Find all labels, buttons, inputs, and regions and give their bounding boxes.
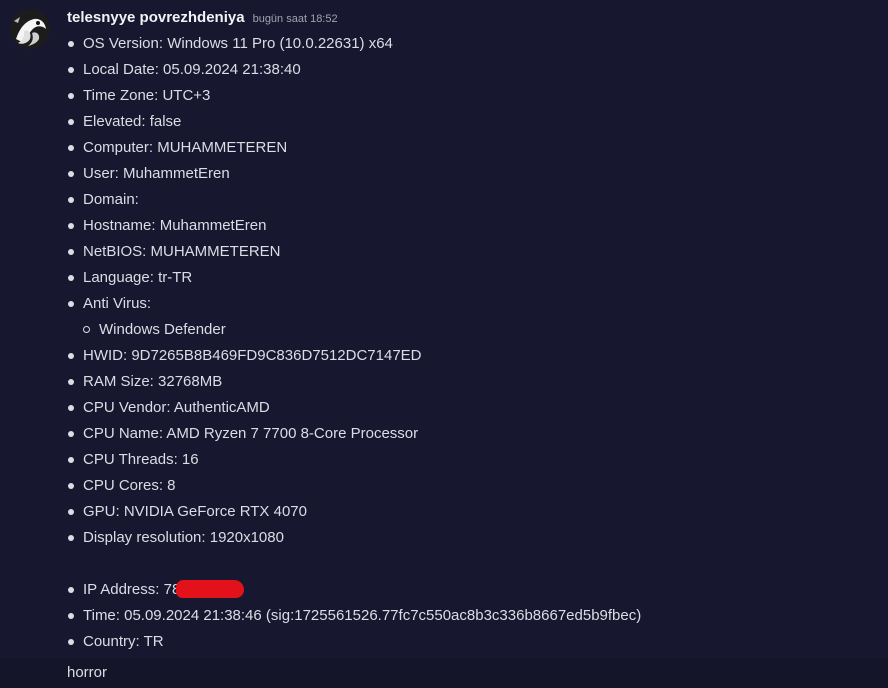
list-item-hwid: HWID: 9D7265B8B469FD9C836D7512DC7147ED	[67, 343, 867, 369]
username[interactable]: telesnyye povrezhdeniya	[67, 9, 245, 26]
list-item-display: Display resolution: 1920x1080	[67, 525, 867, 551]
redaction-mark	[176, 580, 245, 598]
list-item-language: Language: tr-TR	[67, 265, 867, 291]
list-item-domain: Domain:	[67, 187, 867, 213]
avatar-icon	[10, 9, 50, 49]
list-item-cpu-vendor: CPU Vendor: AuthenticAMD	[67, 395, 867, 421]
list-item-country: Country: TR	[67, 629, 867, 655]
ip-address-text: IP Address: 78	[83, 581, 181, 598]
list-item-antivirus: Anti Virus:	[67, 291, 867, 317]
message-content: OS Version: Windows 11 Pro (10.0.22631) …	[67, 31, 867, 655]
avatar[interactable]	[10, 9, 50, 49]
list-item-hostname: Hostname: MuhammetEren	[67, 213, 867, 239]
list-item-elevated: Elevated: false	[67, 109, 867, 135]
list-item-time-zone: Time Zone: UTC+3	[67, 83, 867, 109]
chat-message: telesnyye povrezhdeniya bugün saat 18:52…	[0, 0, 888, 658]
list-item-cpu-cores: CPU Cores: 8	[67, 473, 867, 499]
list-item-cpu-name: CPU Name: AMD Ryzen 7 7700 8-Core Proces…	[67, 421, 867, 447]
list-item-computer: Computer: MUHAMMETEREN	[67, 135, 867, 161]
message-header: telesnyye povrezhdeniya bugün saat 18:52	[67, 9, 338, 29]
list-item-os: OS Version: Windows 11 Pro (10.0.22631) …	[67, 31, 867, 57]
list-item-ip: IP Address: 78	[67, 577, 867, 603]
list-item-ram: RAM Size: 32768MB	[67, 369, 867, 395]
list-item-local-date: Local Date: 05.09.2024 21:38:40	[67, 57, 867, 83]
list-item-time: Time: 05.09.2024 21:38:46 (sig:172556152…	[67, 603, 867, 629]
list-item-cpu-threads: CPU Threads: 16	[67, 447, 867, 473]
list-item-netbios: NetBIOS: MUHAMMETEREN	[67, 239, 867, 265]
list-item-gpu: GPU: NVIDIA GeForce RTX 4070	[67, 499, 867, 525]
next-message-text: horror	[67, 664, 108, 681]
system-info-list: OS Version: Windows 11 Pro (10.0.22631) …	[67, 31, 867, 655]
list-item-antivirus-entry: Windows Defender	[67, 317, 867, 343]
list-item-user: User: MuhammetEren	[67, 161, 867, 187]
timestamp: bugün saat 18:52	[252, 13, 338, 25]
list-spacer	[67, 551, 867, 577]
